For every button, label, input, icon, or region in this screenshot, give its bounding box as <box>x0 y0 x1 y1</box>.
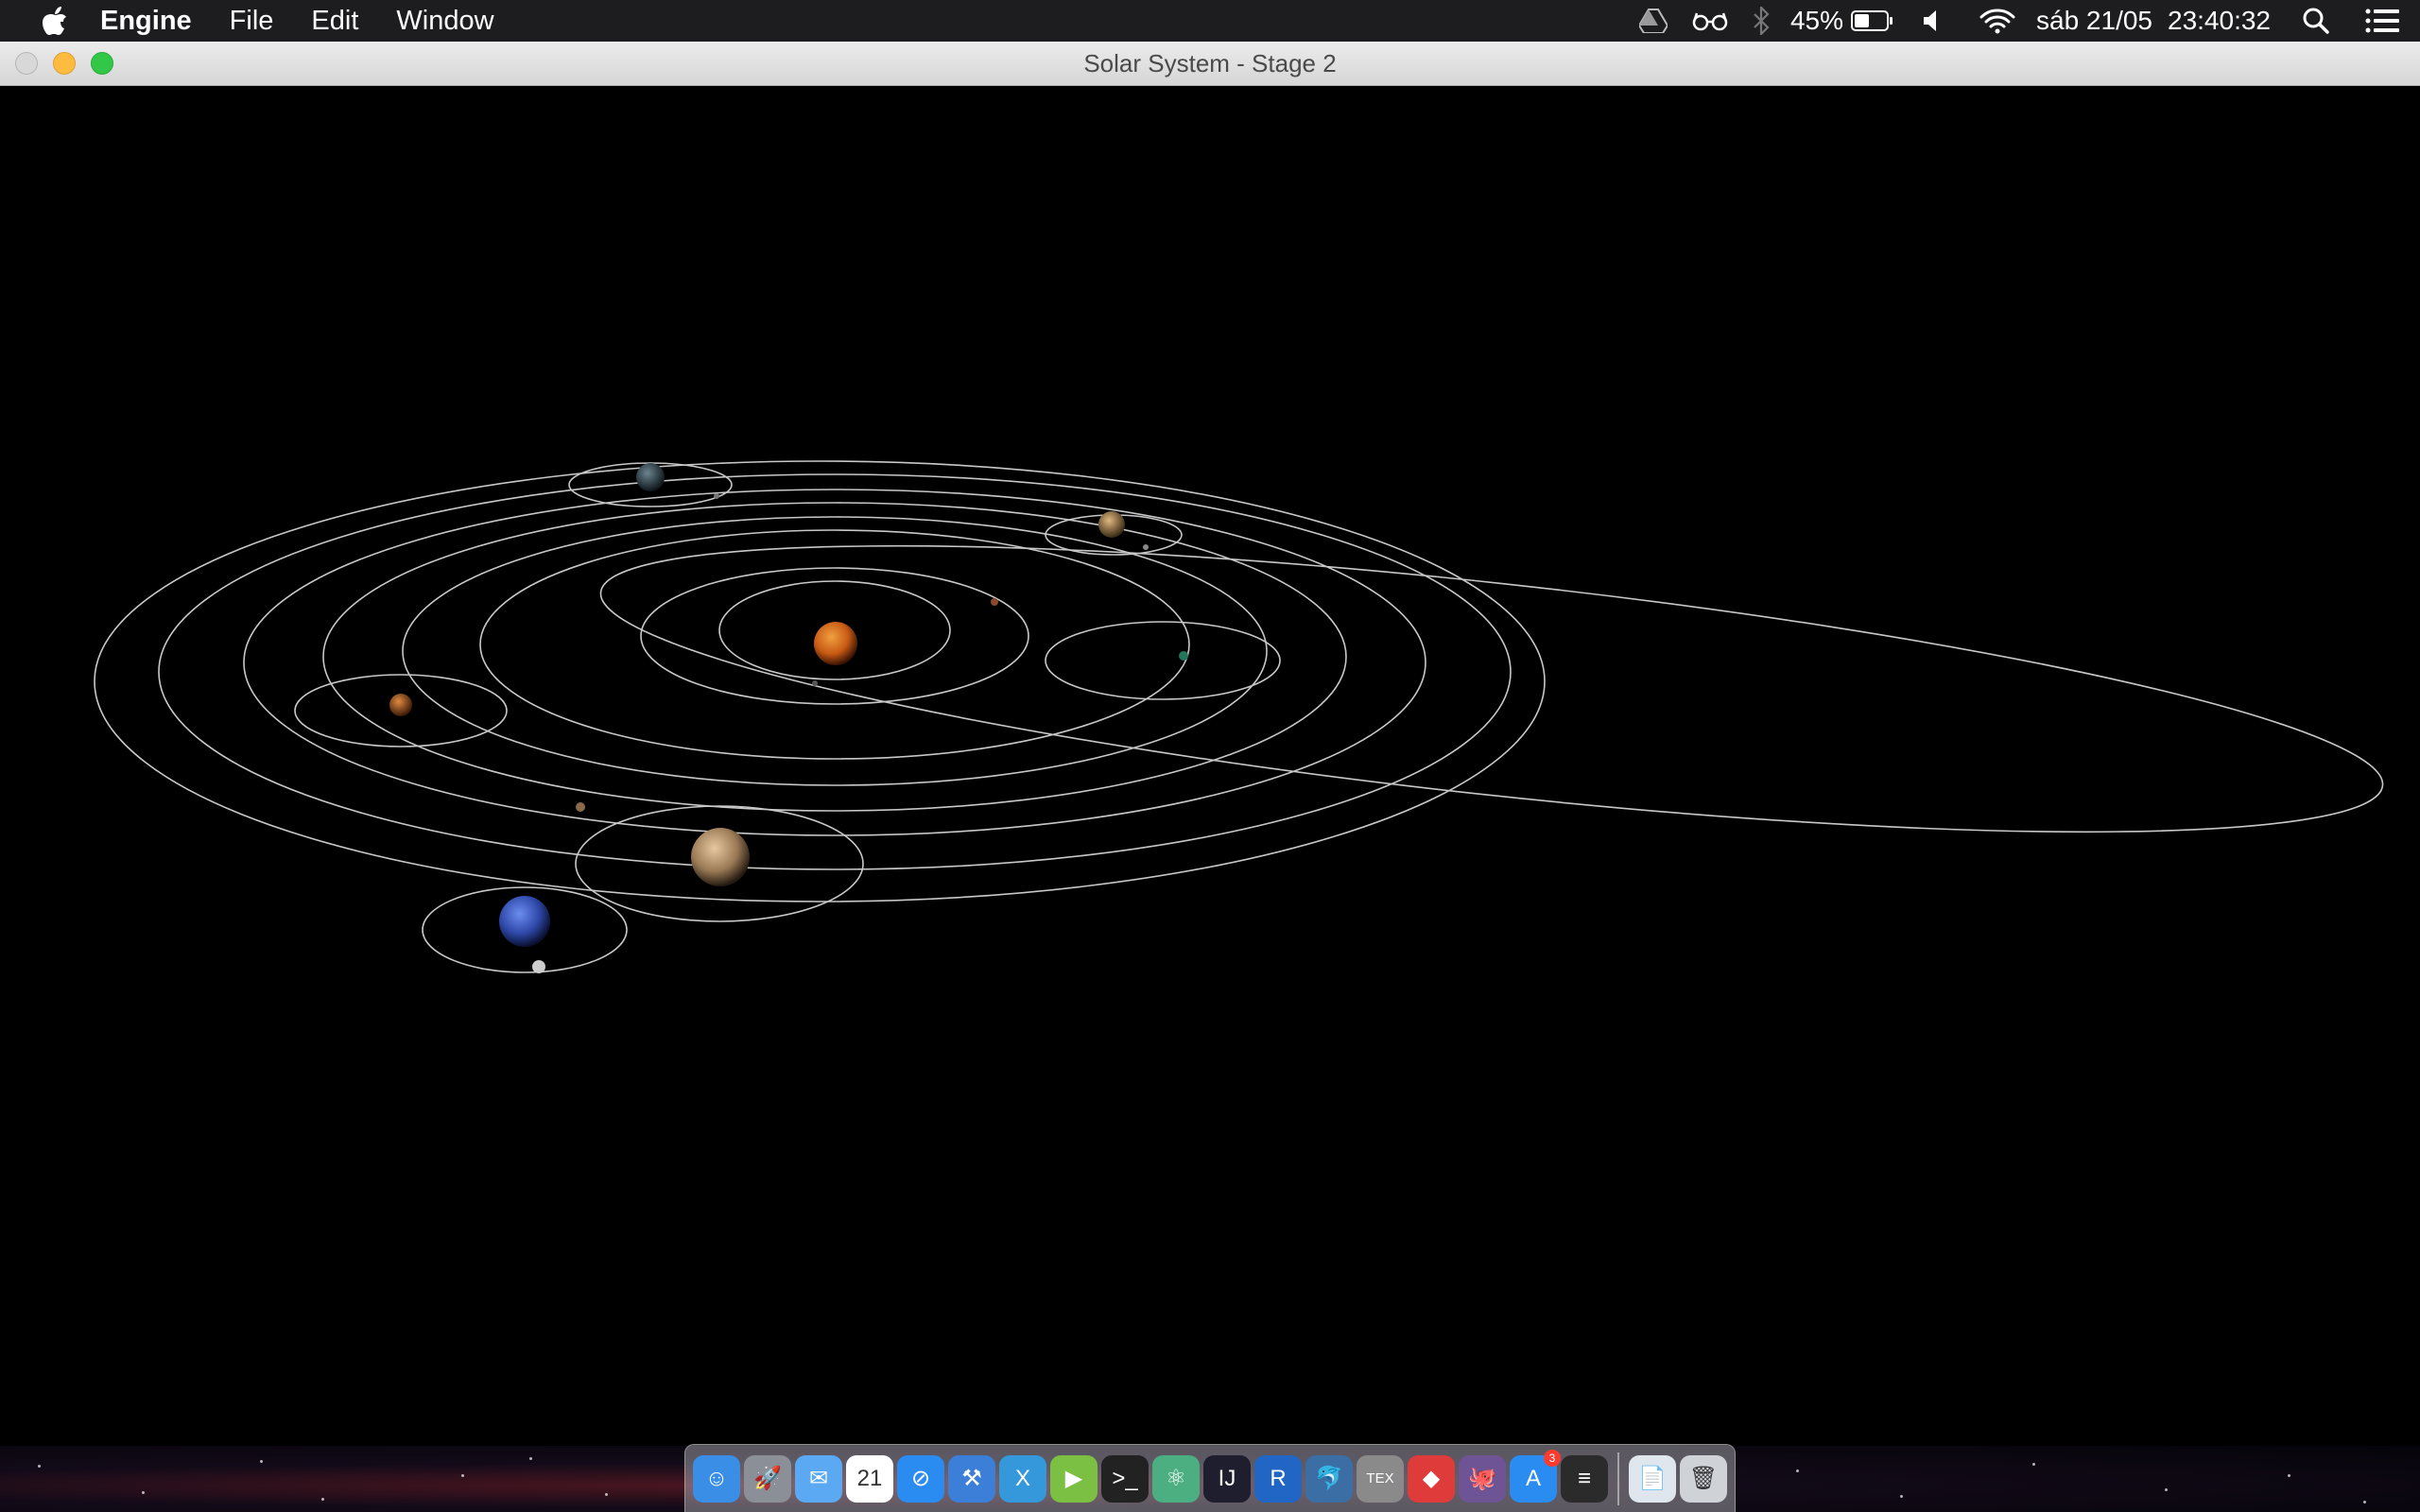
finder-icon[interactable]: ☺ <box>693 1454 740 1503</box>
atom-icon-glyph: ⚛ <box>1166 1466 1186 1491</box>
spotlight-search-icon[interactable] <box>2303 0 2329 42</box>
git-icon-glyph: ◆ <box>1422 1466 1441 1491</box>
safari-icon[interactable]: ⊘ <box>897 1454 944 1503</box>
orbit-paths <box>94 460 2384 973</box>
notification-badge: 3 <box>1544 1449 1561 1467</box>
moon-venus <box>1143 544 1149 550</box>
atom-icon[interactable]: ⚛ <box>1152 1454 1200 1503</box>
planet-mars <box>389 694 412 716</box>
app-store-icon[interactable]: A3 <box>1510 1449 1561 1503</box>
moon-uranus <box>714 493 719 499</box>
small-body-2 <box>812 680 818 686</box>
xamarin-icon[interactable]: X <box>999 1454 1046 1503</box>
window-titlebar[interactable]: Solar System - Stage 2 <box>0 42 2420 86</box>
xamarin-icon-glyph: X <box>1014 1465 1030 1491</box>
app-window: Solar System - Stage 2 <box>0 42 2420 1446</box>
safari-icon-glyph: ⊘ <box>910 1466 931 1491</box>
render-viewport[interactable] <box>0 86 2420 1446</box>
moon-saturn <box>576 802 585 812</box>
dock-separator <box>1617 1452 1619 1505</box>
menu-bar: Engine File Edit Window 45% sáb 21/05 23… <box>0 0 2420 42</box>
menubar-date[interactable]: sáb 21/05 <box>2036 6 2152 36</box>
window-close-button[interactable] <box>15 52 38 75</box>
small-body <box>991 598 998 606</box>
mysql-workbench-icon-glyph: 🐬 <box>1315 1466 1343 1491</box>
intellij-icon[interactable]: IJ <box>1203 1454 1251 1503</box>
infuse-icon[interactable]: ▶ <box>1050 1454 1098 1503</box>
planet-venus <box>1098 511 1125 538</box>
document-preview-icon[interactable]: 📄 <box>1629 1454 1676 1503</box>
launchpad-icon-glyph: 🚀 <box>753 1466 782 1491</box>
window-minimize-button[interactable] <box>53 52 76 75</box>
infuse-icon-glyph: ▶ <box>1064 1466 1083 1491</box>
celestial-bodies <box>389 463 1188 973</box>
glasses-icon[interactable] <box>1692 0 1728 42</box>
trash-icon[interactable]: 🗑 <box>1680 1454 1727 1503</box>
planet-saturn <box>691 828 750 886</box>
wifi-icon[interactable] <box>1979 0 2015 42</box>
mail-icon[interactable]: ✉ <box>795 1454 842 1503</box>
window-zoom-button[interactable] <box>91 52 113 75</box>
app-store-icon-glyph: A <box>1525 1465 1541 1491</box>
planet-green <box>1179 651 1188 661</box>
tex-icon-glyph: TEX <box>1366 1470 1394 1486</box>
menu-window[interactable]: Window <box>396 6 493 37</box>
r-icon[interactable]: R <box>1254 1454 1302 1503</box>
battery-icon[interactable] <box>1851 0 1894 42</box>
console-icon-glyph: ≡ <box>1577 1465 1591 1491</box>
menu-app-name[interactable]: Engine <box>100 6 192 37</box>
github-icon[interactable]: 🐙 <box>1459 1454 1506 1503</box>
finder-icon-glyph: ☺ <box>704 1465 729 1491</box>
calendar-icon[interactable]: 21 <box>846 1454 893 1503</box>
tex-icon[interactable]: TEX <box>1357 1454 1404 1503</box>
bluetooth-icon[interactable] <box>1753 0 1770 42</box>
r-icon-glyph: R <box>1270 1465 1287 1491</box>
xcode-instruments-icon-glyph: ⚒ <box>961 1466 982 1491</box>
volume-icon[interactable] <box>1923 0 1942 42</box>
window-title: Solar System - Stage 2 <box>1083 48 1337 77</box>
dock: ☺ 🚀 ✉ 21 ⊘ ⚒ X ▶ >_ ⚛ IJ R 🐬 TEX ◆ 🐙 A 3 ≡ 📄 🗑 <box>684 1444 1736 1512</box>
trash-icon-glyph: 🗑 <box>1688 1466 1719 1491</box>
calendar-icon-glyph: 21 <box>856 1465 883 1491</box>
planet-uranus <box>636 463 665 491</box>
terminal-icon[interactable]: >_ <box>1101 1454 1149 1503</box>
sun <box>814 622 857 665</box>
console-icon[interactable]: ≡ <box>1561 1454 1608 1503</box>
launchpad-icon[interactable]: 🚀 <box>744 1454 791 1503</box>
mail-icon-glyph: ✉ <box>808 1466 829 1491</box>
menu-file[interactable]: File <box>230 6 274 37</box>
xcode-instruments-icon[interactable]: ⚒ <box>948 1454 995 1503</box>
planet-neptune <box>499 896 550 947</box>
moon-neptune <box>532 960 545 973</box>
comet-orbit <box>599 544 2384 833</box>
solar-system-scene <box>94 460 2384 973</box>
terminal-icon-glyph: >_ <box>1112 1465 1138 1491</box>
google-drive-icon[interactable] <box>1638 0 1668 42</box>
document-preview-icon-glyph: 📄 <box>1638 1466 1667 1491</box>
menubar-clock[interactable]: 23:40:32 <box>2168 6 2271 36</box>
intellij-icon-glyph: IJ <box>1218 1465 1236 1491</box>
mysql-workbench-icon[interactable]: 🐬 <box>1305 1454 1353 1503</box>
github-icon-glyph: 🐙 <box>1468 1466 1496 1491</box>
menu-edit[interactable]: Edit <box>311 6 358 37</box>
notification-center-icon[interactable] <box>2365 0 2399 42</box>
apple-menu-icon[interactable] <box>36 2 74 40</box>
git-icon[interactable]: ◆ <box>1408 1454 1455 1503</box>
battery-percent: 45% <box>1789 6 1843 35</box>
